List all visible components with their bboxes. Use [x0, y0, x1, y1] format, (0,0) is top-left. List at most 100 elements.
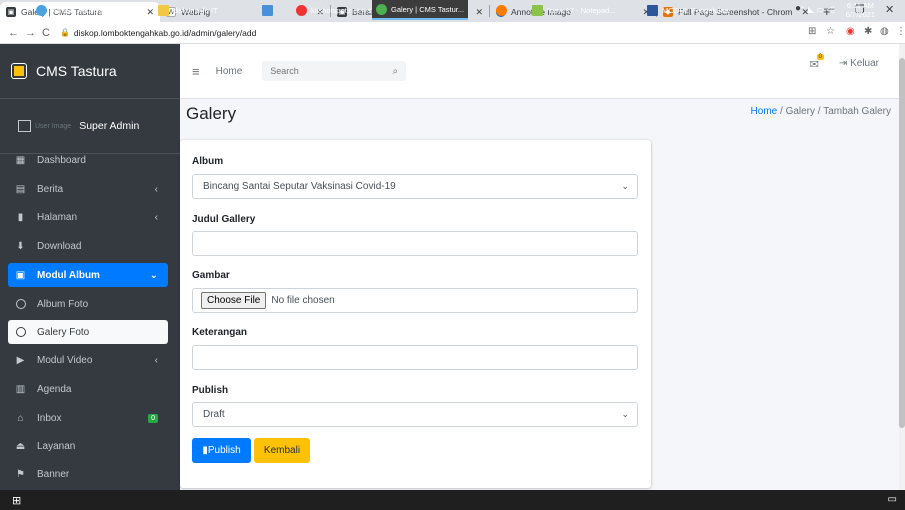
- sidebar-item-layanan[interactable]: ⏏ Layanan: [8, 434, 168, 458]
- sidebar-item-label: Layanan: [37, 440, 76, 452]
- taskbar-item[interactable]: diskominfo IT: [158, 0, 218, 20]
- forward-arrow-icon[interactable]: →: [25, 27, 36, 39]
- sidebar-item-galery-foto[interactable]: Galery Foto: [8, 320, 168, 344]
- image-icon: ▣: [15, 269, 26, 281]
- taskbar-item[interactable]: WinBox v3.18 (Addr...: [36, 0, 124, 20]
- logout-link[interactable]: ⇥ Keluar: [839, 58, 879, 69]
- publish-label: Publish: [192, 385, 229, 396]
- user-name[interactable]: Super Admin: [79, 120, 139, 132]
- taskbar-item[interactable]: MODUL Pengelolaa...: [647, 0, 735, 20]
- page-title: Galery: [186, 104, 237, 123]
- gambar-file-input[interactable]: Choose File No file chosen: [192, 288, 638, 313]
- chevron-left-icon: ‹: [154, 211, 158, 223]
- folder-icon: [158, 4, 169, 16]
- sidebar-item-label: Galery Foto: [37, 326, 90, 338]
- sidebar-item-modul-video[interactable]: ▶ Modul Video ‹: [8, 348, 168, 372]
- publish-button[interactable]: ▮ Publish: [192, 438, 251, 463]
- breadcrumb-current: Tambah Galery: [823, 106, 891, 117]
- mail-count-badge: 0: [816, 54, 824, 60]
- taskbar-item[interactable]: [496, 0, 511, 20]
- publish-select[interactable]: Draft ⌄: [192, 402, 638, 427]
- notification-icon[interactable]: ▭: [888, 494, 897, 505]
- chevron-left-icon: ‹: [154, 354, 158, 366]
- circle-icon: [14, 327, 27, 338]
- user-panel: User Image Super Admin: [0, 99, 180, 154]
- taskbar-item[interactable]: kitshotspot.net > s...: [296, 0, 378, 20]
- close-tab-icon[interactable]: ✕: [475, 7, 483, 18]
- eject-icon: ⏏: [15, 440, 26, 452]
- album-label: Album: [192, 156, 224, 167]
- close-tab-icon[interactable]: ✕: [146, 7, 154, 18]
- taskbar-item[interactable]: Galery | CMS Tastur...: [372, 0, 469, 20]
- taskbar-item[interactable]: *new 17 - Notepad...: [532, 0, 615, 20]
- translate-icon[interactable]: ⊞: [808, 26, 816, 37]
- calendar-icon: ▥: [15, 383, 26, 395]
- search-input[interactable]: [262, 61, 393, 81]
- chrome-icon: [376, 3, 387, 15]
- taskbar-item-label: WinBox v3.18 (Addr...: [51, 5, 124, 15]
- brand[interactable]: CMS Tastura: [0, 44, 180, 99]
- kembali-button[interactable]: Kembali: [254, 438, 310, 463]
- scrollbar-thumb[interactable]: [899, 58, 905, 428]
- taskbar-item-label: Galery | CMS Tastur...: [391, 4, 465, 14]
- keterangan-input[interactable]: [192, 345, 638, 370]
- sidebar-item-label: Halaman: [37, 211, 78, 223]
- menu-dots-icon[interactable]: ⋮: [896, 26, 905, 37]
- taskbar-item-label: MODUL Pengelolaa...: [662, 5, 735, 15]
- close-window-icon[interactable]: ✕: [885, 3, 894, 16]
- bookmark-star-icon[interactable]: ☆: [826, 26, 835, 37]
- kembali-button-label: Kembali: [263, 445, 301, 456]
- user-image-alt: User Image: [35, 122, 72, 130]
- taskbar-item[interactable]: [262, 0, 277, 20]
- sidebar-item-download[interactable]: ⬇ Download: [8, 234, 168, 258]
- sidebar-item-label: Download: [37, 240, 82, 252]
- search-icon[interactable]: ⌕: [384, 61, 407, 81]
- user-image-icon: [18, 120, 31, 132]
- inbox-count-badge: 0: [148, 413, 158, 423]
- url-field[interactable]: diskop.lomboktengahkab.go.id/admin/galer…: [74, 28, 256, 38]
- sidebar-item-modul-album[interactable]: ▣ Modul Album ⌄: [8, 263, 168, 287]
- brand-logo-icon: [11, 63, 27, 79]
- sidebar-item-label: Berita: [37, 183, 64, 195]
- sidebar-item-banner[interactable]: ⚑ Banner: [8, 462, 168, 486]
- play-circle-icon: ▶: [16, 354, 25, 366]
- taskbar-item-label: *new 17 - Notepad...: [547, 5, 616, 15]
- newspaper-icon: ▤: [15, 183, 26, 195]
- sidebar-item-berita[interactable]: ▤ Berita ‹: [8, 177, 168, 201]
- chevron-down-icon: ⌄: [621, 409, 629, 419]
- windows-taskbar: ⊞: [0, 490, 905, 510]
- profile-avatar-icon[interactable]: ◍: [880, 26, 889, 37]
- firefox-icon: [496, 4, 507, 16]
- reload-icon[interactable]: C: [42, 27, 50, 39]
- breadcrumb-home-link[interactable]: Home: [751, 106, 778, 117]
- chevron-down-icon: ⌄: [149, 269, 158, 281]
- nav-home-link[interactable]: Home: [216, 66, 243, 77]
- windows-start-icon[interactable]: ⊞: [12, 494, 21, 507]
- judul-gallery-input[interactable]: [192, 231, 638, 256]
- extension-icon[interactable]: ◉: [846, 26, 855, 37]
- publish-selected-value: Draft: [203, 409, 225, 420]
- notepad-icon: [532, 4, 543, 16]
- sidebar-item-dashboard[interactable]: ▦ Dashboard: [8, 148, 168, 172]
- sidebar-item-inbox[interactable]: ⌂ Inbox 0: [8, 406, 168, 430]
- hamburger-menu-icon[interactable]: ≡: [192, 64, 200, 79]
- sidebar-item-album-foto[interactable]: Album Foto: [8, 292, 168, 316]
- sidebar-item-agenda[interactable]: ▥ Agenda: [8, 377, 168, 401]
- choose-file-button[interactable]: Choose File: [201, 292, 267, 309]
- album-select[interactable]: Bincang Santai Seputar Vaksinasi Covid-1…: [192, 174, 638, 199]
- word-icon: [647, 4, 658, 16]
- sidebar-item-halaman[interactable]: ▮ Halaman ‹: [8, 205, 168, 229]
- back-arrow-icon[interactable]: ←: [8, 27, 19, 39]
- breadcrumb-galery: Galery: [785, 106, 816, 117]
- sidebar-item-label: Dashboard: [37, 154, 86, 166]
- inbox-icon: ⌂: [17, 412, 24, 424]
- taskbar-clock[interactable]: 6:11 AM 6/7/2021: [846, 1, 875, 19]
- album-selected-value: Bincang Santai Seputar Vaksinasi Covid-1…: [203, 181, 396, 192]
- site-favicon-icon: ▣: [6, 7, 16, 17]
- system-tray-icons[interactable]: ⌃ ◣ ▭ ◁): [799, 5, 835, 14]
- winbox-icon: [36, 4, 47, 16]
- puzzle-icon[interactable]: ✱: [864, 26, 872, 37]
- chevron-down-icon: ⌄: [621, 181, 629, 191]
- file-icon: ▮: [17, 211, 24, 223]
- sidebar-item-label: Album Foto: [37, 298, 89, 310]
